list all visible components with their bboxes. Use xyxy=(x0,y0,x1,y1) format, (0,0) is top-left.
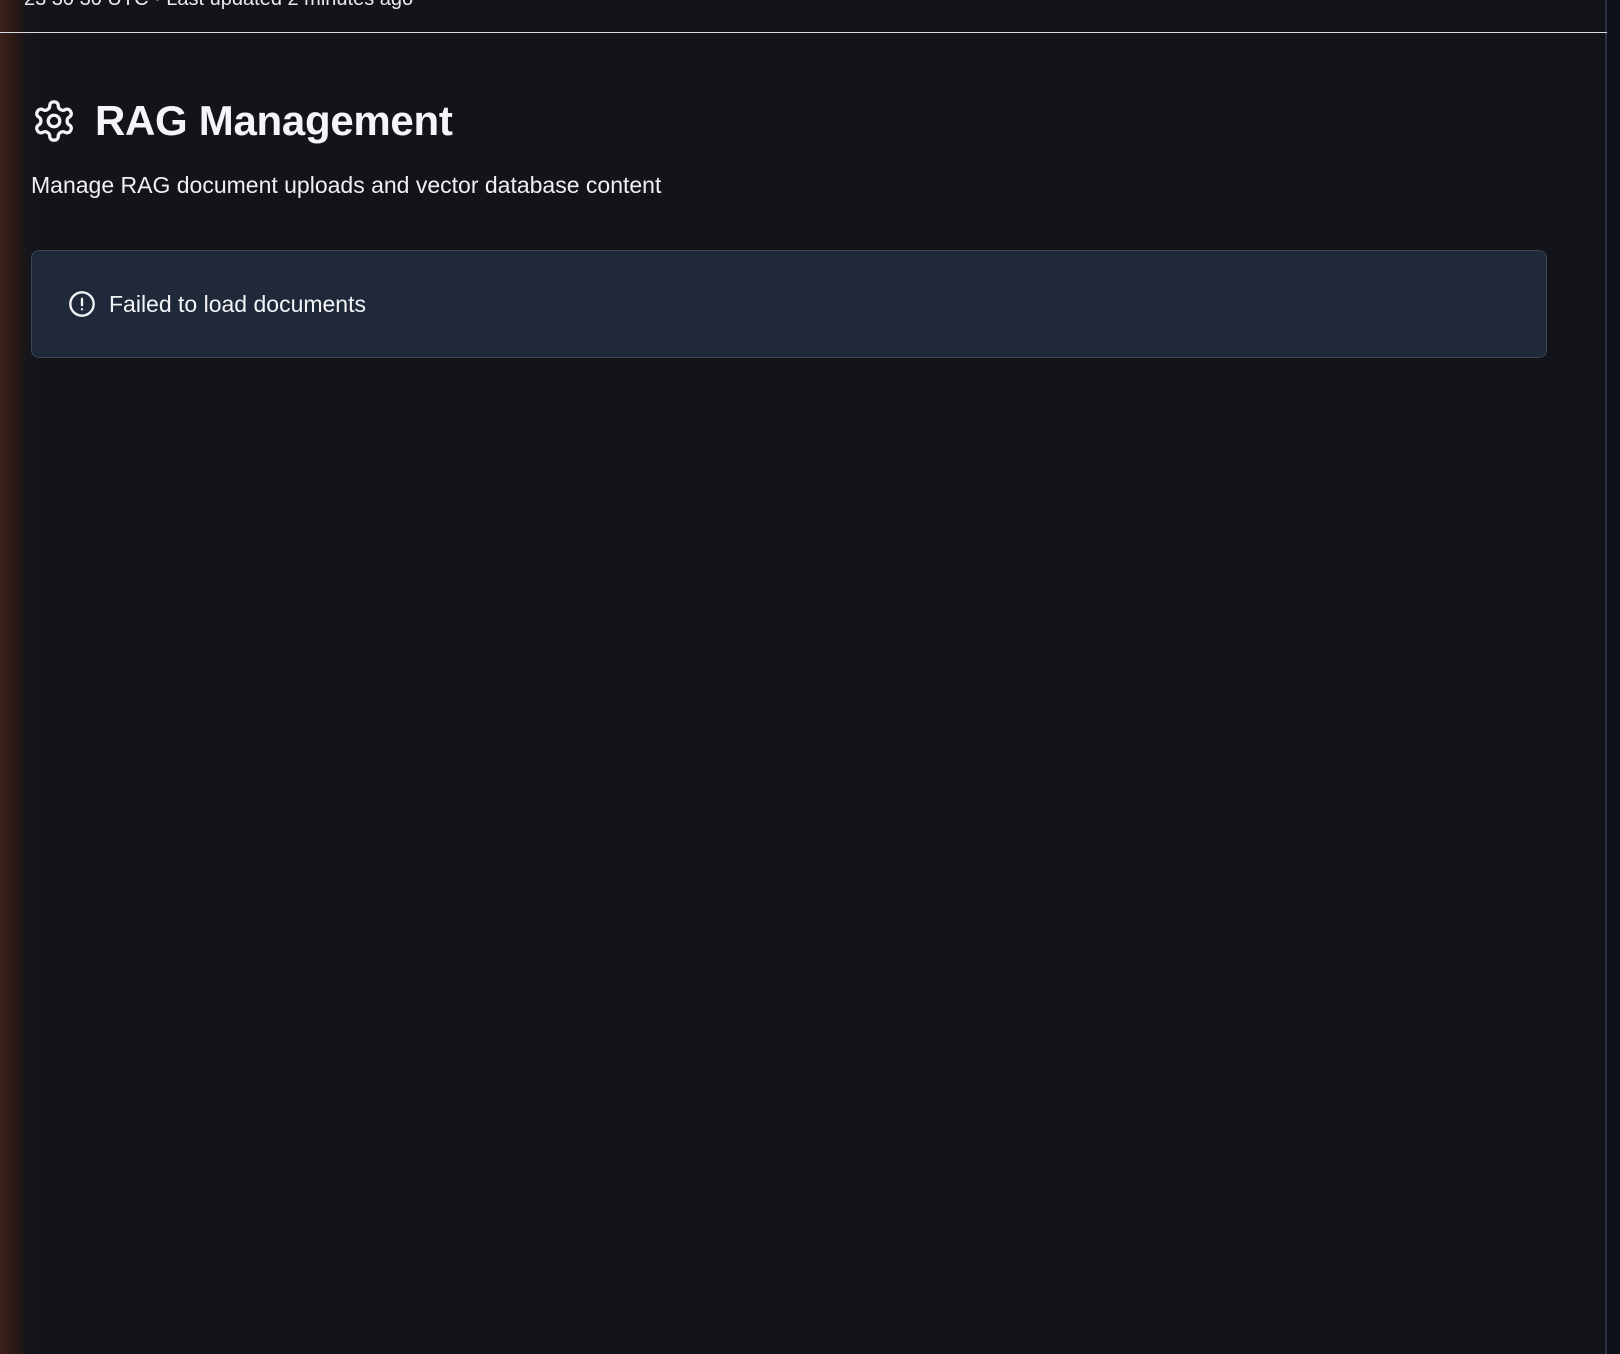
page-header: RAG Management xyxy=(31,96,1550,146)
page-title: RAG Management xyxy=(95,97,453,144)
gear-icon xyxy=(31,98,77,144)
alert-message: Failed to load documents xyxy=(109,291,366,317)
main-content: RAG Management Manage RAG document uploa… xyxy=(31,96,1550,358)
top-status-bar: 23 30 30 UTC · Last updated 2 minutes ag… xyxy=(0,0,1607,33)
page-subtitle: Manage RAG document uploads and vector d… xyxy=(31,172,662,198)
alert-circle-icon xyxy=(68,290,96,318)
error-alert: Failed to load documents xyxy=(31,250,1547,358)
status-text: 23 30 30 UTC · Last updated 2 minutes ag… xyxy=(24,0,413,10)
right-window-edge xyxy=(1605,0,1620,1354)
